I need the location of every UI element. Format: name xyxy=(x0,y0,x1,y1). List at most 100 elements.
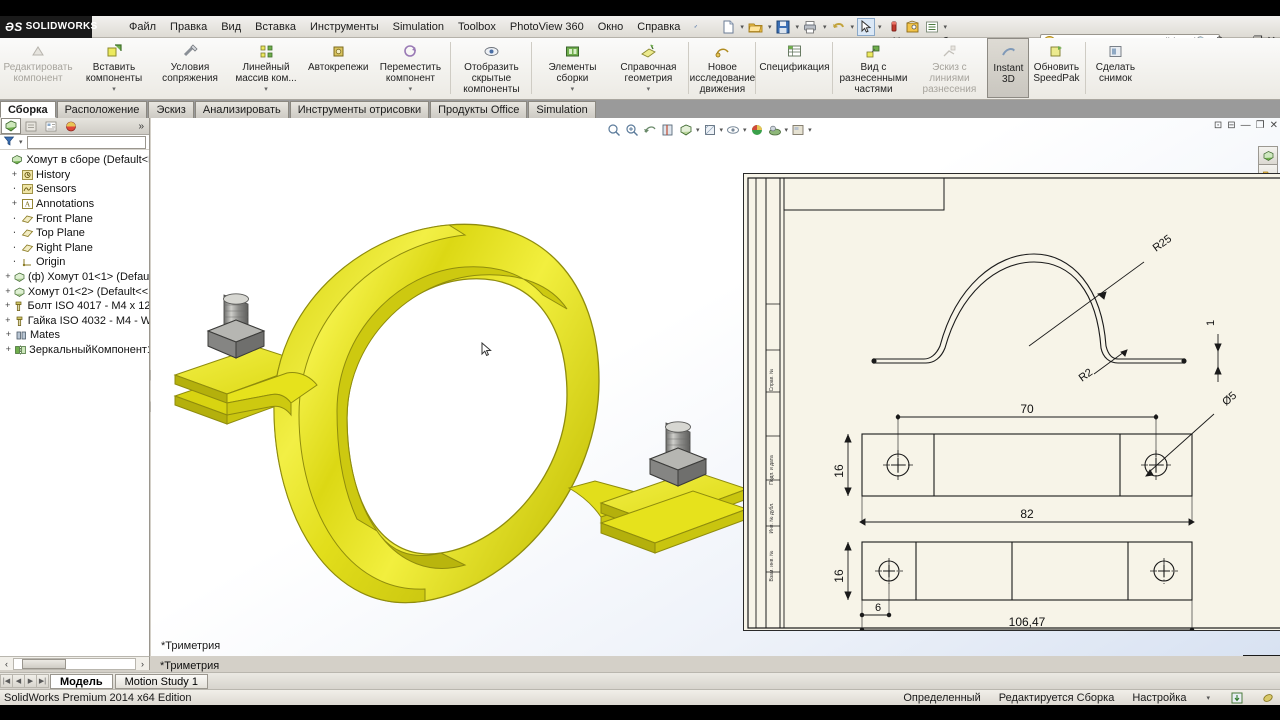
status-config-caret-icon[interactable]: ▾ xyxy=(1204,694,1212,702)
panel-expand-chevron-icon[interactable]: » xyxy=(138,121,149,132)
open-caret-icon[interactable]: ▾ xyxy=(766,23,774,31)
tree-expander[interactable]: + xyxy=(3,345,14,355)
hide-show-items-icon[interactable] xyxy=(725,122,741,138)
tab-evaluate[interactable]: Анализировать xyxy=(194,101,289,118)
ribbon-move-component[interactable]: Переместить компонент ▾ xyxy=(372,38,448,98)
print-icon[interactable] xyxy=(802,18,820,36)
ribbon-mate[interactable]: Условия сопряжения xyxy=(152,38,228,98)
tab-layout[interactable]: Расположение xyxy=(56,101,148,118)
ribbon-edit-component[interactable]: Редактировать компонент xyxy=(0,38,76,98)
tree-item-bolt[interactable]: + Болт ISO 4017 - M4 x 12-C< xyxy=(2,299,149,314)
menu-item-photoview[interactable]: PhotoView 360 xyxy=(503,18,591,36)
minimize-icon[interactable]: — xyxy=(1241,120,1251,131)
tree-expander[interactable]: · xyxy=(9,243,20,253)
rebuild-status-icon[interactable] xyxy=(1230,691,1243,704)
chevron-down-icon[interactable]: ▾ xyxy=(409,85,413,93)
task-pane-resources-icon[interactable] xyxy=(1258,146,1278,165)
restore-all-icon[interactable]: ⊟ xyxy=(1227,120,1235,131)
chevron-down-icon[interactable]: ▾ xyxy=(571,85,575,93)
tree-item-origin[interactable]: · Origin xyxy=(2,255,149,270)
new-document-icon[interactable] xyxy=(719,18,737,36)
tree-expander[interactable]: + xyxy=(9,199,20,209)
tree-expander[interactable]: · xyxy=(9,184,20,194)
filter-caret-icon[interactable]: ▾ xyxy=(17,138,25,146)
ribbon-assembly-features[interactable]: Элементы сборки ▾ xyxy=(534,38,610,98)
tree-expander[interactable]: + xyxy=(3,272,13,282)
scroll-left-icon[interactable]: ‹ xyxy=(0,657,13,670)
tab-motion-study[interactable]: Motion Study 1 xyxy=(114,673,208,689)
display-style-caret-icon[interactable]: ▾ xyxy=(720,126,724,134)
maximize-icon[interactable]: ❐ xyxy=(1256,120,1265,131)
scroll-right-icon[interactable]: › xyxy=(136,657,149,670)
ribbon-insert-components[interactable]: Вставить компоненты ▾ xyxy=(76,38,152,98)
menu-item-view[interactable]: Вид xyxy=(214,18,248,36)
tree-expander[interactable]: · xyxy=(9,214,20,224)
tree-item-front-plane[interactable]: · Front Plane xyxy=(2,211,149,226)
last-icon[interactable]: ▶| xyxy=(36,674,49,688)
tree-item-right-plane[interactable]: · Right Plane xyxy=(2,241,149,256)
pipe-clamp-3d-model[interactable] xyxy=(169,213,779,656)
rebuild-icon[interactable] xyxy=(885,18,903,36)
filter-funnel-icon[interactable] xyxy=(3,135,15,150)
assembly-options-icon[interactable] xyxy=(923,18,941,36)
drawing-sheet[interactable]: Справ. № Подп. и дата Инв. № дубл. Взам.… xyxy=(743,173,1280,631)
previous-view-icon[interactable] xyxy=(642,122,658,138)
tab-office-products[interactable]: Продукты Office xyxy=(430,101,528,118)
menu-item-file[interactable]: Файл xyxy=(122,18,163,36)
view-orientation-icon[interactable] xyxy=(678,122,694,138)
tree-horizontal-scrollbar[interactable]: ‹ › xyxy=(0,656,150,670)
tree-item-part-homut-2[interactable]: + Хомут 01<2> (Default<<De xyxy=(2,284,149,299)
scroll-track[interactable] xyxy=(13,657,136,670)
graphics-area[interactable]: ▾ ▾ ▾ ▾ ▾ ⊡ ⊟ — ❐ ✕ Справ. № Подп. и дат… xyxy=(151,118,1280,656)
tree-expander[interactable]: + xyxy=(3,287,13,297)
section-view-icon[interactable] xyxy=(660,122,676,138)
restore-icon[interactable]: ⊡ xyxy=(1214,120,1222,131)
save-caret-icon[interactable]: ▾ xyxy=(793,23,801,31)
tree-item-annotations[interactable]: + A Annotations xyxy=(2,197,149,212)
tab-model[interactable]: Модель xyxy=(50,673,113,689)
tab-assembly[interactable]: Сборка xyxy=(0,101,56,118)
view-settings-caret-icon[interactable]: ▾ xyxy=(808,126,812,134)
tab-simulation[interactable]: Simulation xyxy=(528,101,596,118)
tab-render-tools[interactable]: Инструменты отрисовки xyxy=(289,101,430,118)
tree-item-nut[interactable]: + Гайка ISO 4032 - M4 - W - ( xyxy=(2,314,149,329)
save-icon[interactable] xyxy=(774,18,792,36)
menu-item-insert[interactable]: Вставка xyxy=(248,18,303,36)
ribbon-reference-geometry[interactable]: Справочная геометрия ▾ xyxy=(610,38,686,98)
hide-show-caret-icon[interactable]: ▾ xyxy=(743,126,747,134)
tree-item-history[interactable]: + History xyxy=(2,168,149,183)
print-caret-icon[interactable]: ▾ xyxy=(821,23,829,31)
tree-expander[interactable]: · xyxy=(9,257,20,267)
tree-expander[interactable]: · xyxy=(9,228,20,238)
select-caret-icon[interactable]: ▾ xyxy=(876,23,884,31)
tree-item-top-plane[interactable]: · Top Plane xyxy=(2,226,149,241)
ribbon-update-speedpak[interactable]: Обновить SpeedPak xyxy=(1029,38,1083,98)
view-settings-icon[interactable] xyxy=(790,122,806,138)
tree-item-part-homut-1[interactable]: + (ф) Хомут 01<1> (Default< xyxy=(2,270,149,285)
ribbon-smart-fasteners[interactable]: Автокрепежи xyxy=(304,38,372,98)
undo-caret-icon[interactable]: ▾ xyxy=(848,23,856,31)
display-style-icon[interactable] xyxy=(702,122,718,138)
ribbon-exploded-view[interactable]: Вид с разнесенными частями xyxy=(835,38,911,98)
overlay-icon[interactable] xyxy=(1261,691,1274,704)
ribbon-new-motion-study[interactable]: Новое исследование движения xyxy=(690,38,755,98)
chevron-down-icon[interactable]: ▾ xyxy=(264,85,268,93)
ribbon-instant3d[interactable]: Instant 3D xyxy=(987,38,1030,98)
apply-scene-caret-icon[interactable]: ▾ xyxy=(785,126,789,134)
ribbon-take-snapshot[interactable]: Сделать снимок xyxy=(1088,38,1142,98)
scroll-thumb[interactable] xyxy=(22,658,66,669)
close-icon[interactable]: ✕ xyxy=(1270,120,1278,131)
tree-item-assembly-root[interactable]: Хомут в сборе (Default<Disp xyxy=(2,153,149,168)
menu-item-window[interactable]: Окно xyxy=(591,18,631,36)
tree-item-mirror-component[interactable]: + ЗеркальныйКомпонент1 xyxy=(2,343,149,358)
tree-item-sensors[interactable]: · Sensors xyxy=(2,182,149,197)
feature-tree-icon[interactable] xyxy=(1,118,21,134)
edit-appearance-icon[interactable] xyxy=(749,122,765,138)
chevron-down-icon[interactable]: ▾ xyxy=(112,85,116,93)
menu-item-tools[interactable]: Инструменты xyxy=(303,18,386,36)
menu-item-simulation[interactable]: Simulation xyxy=(386,18,451,36)
pin-menu-icon[interactable] xyxy=(687,18,705,36)
tree-expander[interactable]: + xyxy=(9,170,20,180)
zoom-to-fit-icon[interactable] xyxy=(606,122,622,138)
property-manager-icon[interactable] xyxy=(21,118,41,134)
